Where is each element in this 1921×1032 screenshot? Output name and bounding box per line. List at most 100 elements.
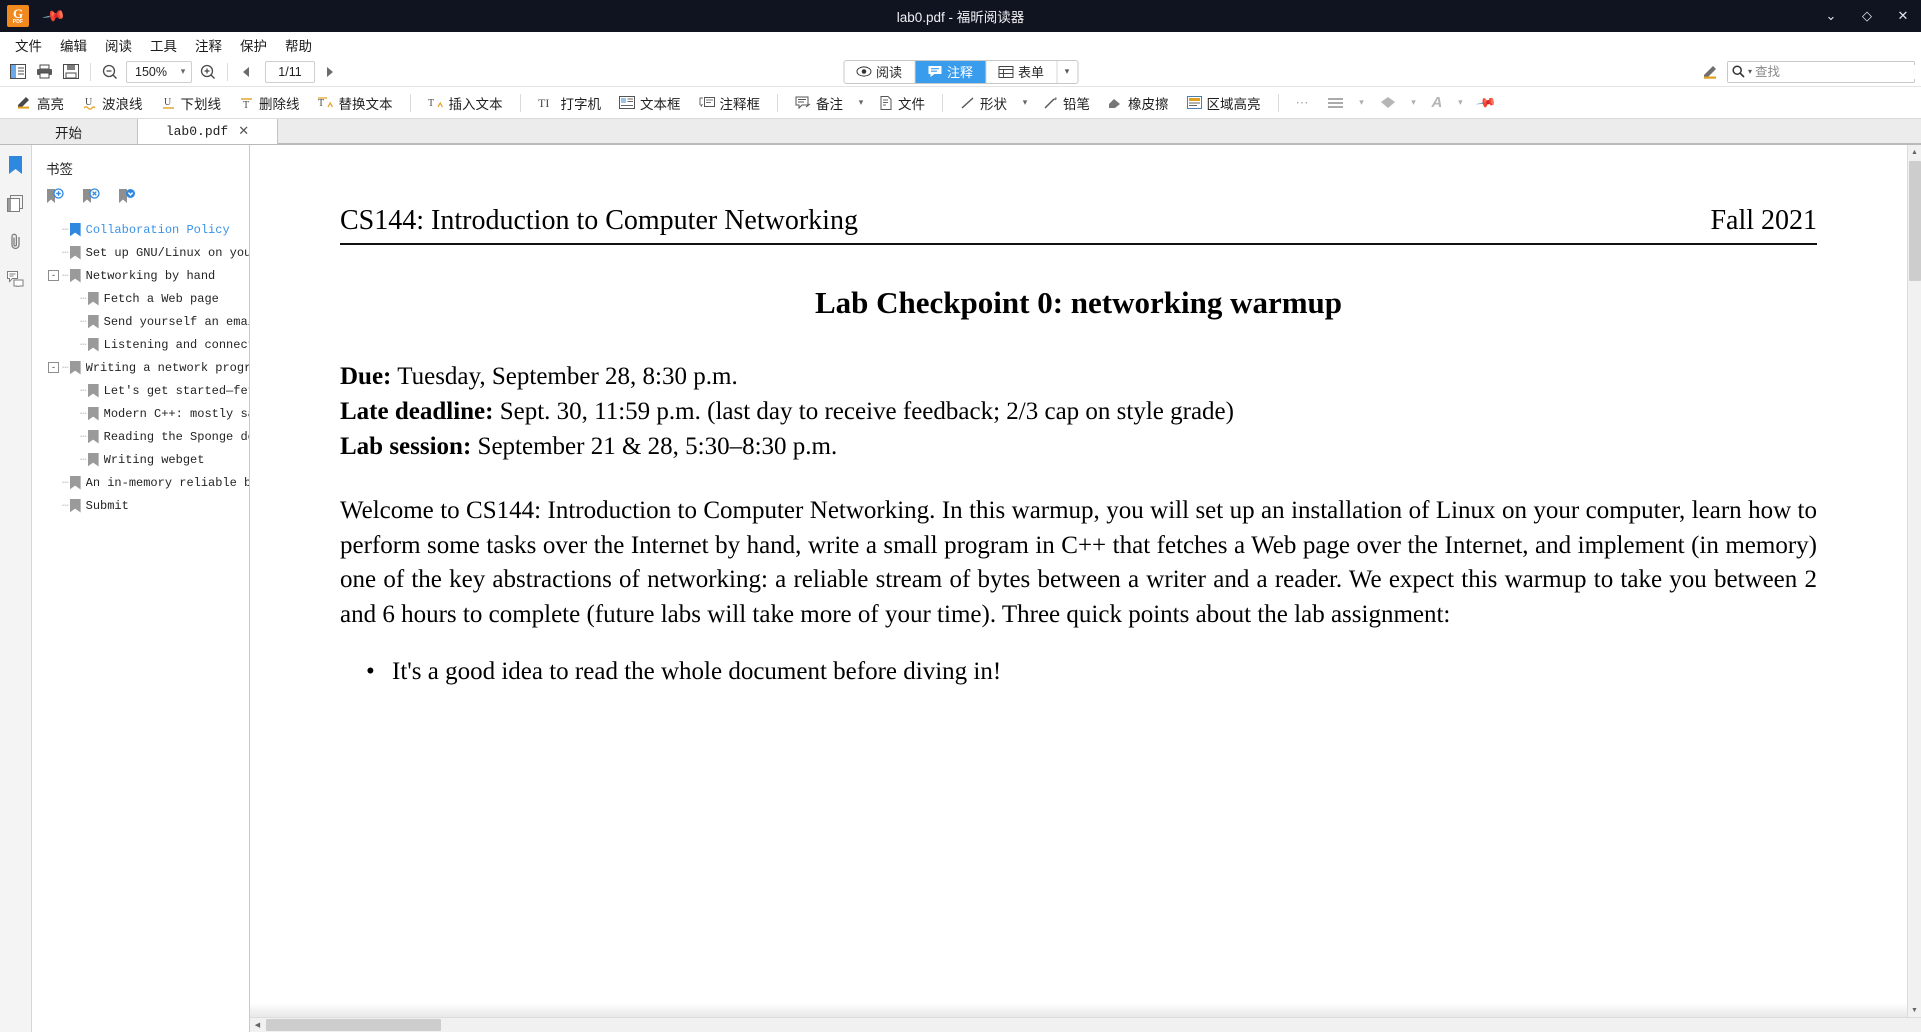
menu-protect[interactable]: 保护 xyxy=(231,33,276,57)
window-title: lab0.pdf - 福昕阅读器 xyxy=(896,10,1025,25)
pin-icon[interactable]: 📌 xyxy=(42,3,68,29)
triangle-left-icon[interactable] xyxy=(235,60,259,84)
annot-insert-text[interactable]: T 插入文本 xyxy=(419,90,512,116)
bookmark-item[interactable]: ┄ Fetch a Web page xyxy=(38,287,249,310)
vertical-scroll-thumb[interactable] xyxy=(1909,161,1921,281)
bookmark-item[interactable]: ┄ Set up GNU/Linux on your ⋯ xyxy=(38,241,249,264)
caret-down-icon[interactable]: ▾ xyxy=(1748,67,1752,76)
bookmark-item[interactable]: ┄ Listening and connecting xyxy=(38,333,249,356)
annot-shape[interactable]: 形状 xyxy=(951,90,1016,116)
shape-fill-button[interactable] xyxy=(1371,90,1405,116)
bookmark-icon xyxy=(69,360,81,375)
bookmark-icon xyxy=(87,291,99,306)
tree-expander[interactable]: - xyxy=(48,270,59,281)
header-rule xyxy=(340,243,1817,245)
tree-expander[interactable]: - xyxy=(48,362,59,373)
bookmark-item[interactable]: - ┄ Writing a network program⋯ xyxy=(38,356,249,379)
triangle-left-icon[interactable]: ◀ xyxy=(250,1018,265,1032)
annot-squiggly[interactable]: U 波浪线 xyxy=(73,90,152,116)
menu-comment[interactable]: 注释 xyxy=(186,33,231,57)
horizontal-scrollbar[interactable]: ◀ xyxy=(250,1017,1921,1032)
page-input[interactable] xyxy=(266,64,314,79)
sidebar-panel-icon[interactable] xyxy=(6,60,30,84)
pin-toolbar-button[interactable]: 📌 xyxy=(1469,90,1503,116)
bookmark-item[interactable]: ┄ Writing webget xyxy=(38,448,249,471)
bookmark-item[interactable]: ┄ Submit xyxy=(38,494,249,517)
menu-edit[interactable]: 编辑 xyxy=(51,33,96,57)
triangle-up-icon[interactable]: ▲ xyxy=(1908,145,1921,159)
annot-highlight[interactable]: 高亮 xyxy=(8,90,73,116)
tab-home[interactable]: 开始 xyxy=(0,119,138,144)
close-button[interactable]: ✕ xyxy=(1885,0,1921,32)
annot-pencil[interactable]: 铅笔 xyxy=(1034,90,1099,116)
delete-bookmark-button[interactable] xyxy=(82,188,100,206)
rail-attachments[interactable] xyxy=(4,229,28,253)
chevron-down-icon[interactable]: ▾ xyxy=(852,90,870,116)
chevron-down-icon[interactable]: ▾ xyxy=(1405,90,1423,116)
tab-comment[interactable]: 注释 xyxy=(914,60,987,83)
annot-typewriter[interactable]: TI 打字机 xyxy=(529,90,611,116)
vertical-scrollbar[interactable]: ▲ ▼ xyxy=(1907,145,1921,1017)
page-number-control[interactable] xyxy=(265,60,315,83)
close-x-icon[interactable]: ✕ xyxy=(238,124,249,139)
menu-read[interactable]: 阅读 xyxy=(96,33,141,57)
bookmark-item[interactable]: - ┄ Networking by hand xyxy=(38,264,249,287)
annot-note[interactable]: 备注 xyxy=(786,90,852,116)
menu-tools[interactable]: 工具 xyxy=(141,33,186,57)
tab-form[interactable]: 表单 xyxy=(986,60,1058,83)
printer-icon[interactable] xyxy=(32,60,57,84)
bookmark-item[interactable]: ┄ Let's get started—fet⋯ xyxy=(38,379,249,402)
rail-comments[interactable] xyxy=(4,267,28,291)
triangle-right-icon[interactable] xyxy=(317,60,341,84)
stamp-tool-button[interactable] xyxy=(1318,90,1353,116)
zoom-out-icon[interactable] xyxy=(98,60,122,84)
search-input[interactable] xyxy=(1755,64,1917,79)
annot-eraser[interactable]: 橡皮擦 xyxy=(1099,90,1178,116)
more-tools-button[interactable]: ⋯ xyxy=(1287,90,1318,116)
tab-read[interactable]: 阅读 xyxy=(844,60,915,83)
minimize-button[interactable]: ⌄ xyxy=(1813,0,1849,32)
zoom-input[interactable] xyxy=(127,64,175,79)
search-box[interactable]: ▾ xyxy=(1727,60,1917,83)
zoom-level-control[interactable]: ▾ xyxy=(126,60,192,83)
bookmark-label: Reading the Sponge doc⋯ xyxy=(103,430,249,444)
bookmark-item[interactable]: ┄ Collaboration Policy xyxy=(38,218,249,241)
annot-area-highlight[interactable]: 区域高亮 xyxy=(1178,90,1270,116)
tab-home-label: 开始 xyxy=(55,125,82,141)
triangle-down-icon[interactable]: ▼ xyxy=(1908,1003,1921,1017)
chevron-down-icon[interactable]: ▾ xyxy=(1353,90,1371,116)
bookmark-item[interactable]: ┄ Send yourself an email xyxy=(38,310,249,333)
tab-lab0-pdf[interactable]: lab0.pdf ✕ xyxy=(138,119,278,144)
add-bookmark-button[interactable] xyxy=(46,188,64,206)
chevron-down-icon[interactable]: ▾ xyxy=(1016,90,1034,116)
annot-replace-text[interactable]: T 替换文本 xyxy=(309,90,402,116)
bookmark-item[interactable]: ┄ Modern C++: mostly saf⋯ xyxy=(38,402,249,425)
bookmark-item[interactable]: ┄ An in-memory reliable byt⋯ xyxy=(38,471,249,494)
collapse-bookmarks-button[interactable] xyxy=(118,188,136,206)
zoom-in-icon[interactable] xyxy=(196,60,220,84)
tree-guide: ┄ xyxy=(80,431,87,444)
bookmark-item[interactable]: ┄ Reading the Sponge doc⋯ xyxy=(38,425,249,448)
pdf-page-canvas[interactable]: CS144: Introduction to Computer Networki… xyxy=(250,145,1921,1017)
menu-help[interactable]: 帮助 xyxy=(276,33,321,57)
rail-bookmarks[interactable] xyxy=(4,153,28,177)
tree-guide: ┄ xyxy=(62,477,69,490)
rail-thumbnails[interactable] xyxy=(4,191,28,215)
maximize-button[interactable]: ◇ xyxy=(1849,0,1885,32)
text-style-button[interactable]: A xyxy=(1423,90,1452,116)
annot-strikeout[interactable]: T 删除线 xyxy=(230,90,309,116)
annot-callout[interactable]: 注释框 xyxy=(690,90,770,116)
menu-bar: 文件 编辑 阅读 工具 注释 保护 帮助 xyxy=(0,32,1921,57)
bookmarks-tree[interactable]: ┄ Collaboration Policy ┄ Set up GNU/Linu… xyxy=(32,218,249,1032)
annot-divider-4 xyxy=(942,93,943,112)
chevron-down-icon[interactable]: ▾ xyxy=(1451,90,1469,116)
horizontal-scroll-thumb[interactable] xyxy=(266,1019,441,1031)
annot-textbox[interactable]: 文本框 xyxy=(610,90,690,116)
chevron-down-icon[interactable]: ▾ xyxy=(1057,61,1077,83)
annot-underline[interactable]: U 下划线 xyxy=(152,90,231,116)
highlight-pen-icon[interactable] xyxy=(1698,60,1723,84)
menu-file[interactable]: 文件 xyxy=(6,33,51,57)
save-floppy-icon[interactable] xyxy=(59,60,83,84)
chevron-down-icon[interactable]: ▾ xyxy=(175,66,191,77)
annot-file[interactable]: 文件 xyxy=(870,90,934,116)
